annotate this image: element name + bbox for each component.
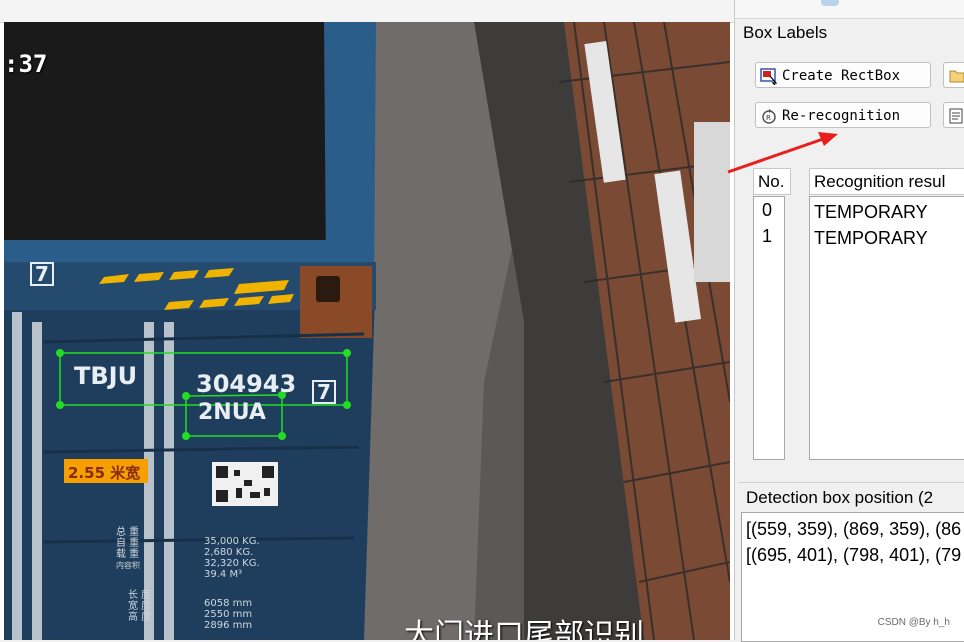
box-labels-title: Box Labels [743,23,828,42]
recognition-result[interactable]: TEMPORARY [814,228,928,249]
type-code: 2NUA [198,400,266,425]
camera-frame: :37 7 TBJU 304943 7 2NUA 2.55 米宽 总 重 自 重… [4,22,730,640]
create-rectbox-button[interactable]: Create RectBox [755,62,931,88]
video-timestamp: :37 [4,50,48,78]
edit-text-button[interactable] [943,102,964,128]
dimension-value: 2550 mm [204,609,253,620]
dimension-label: 高 度 [128,612,152,623]
dimension-label: 长 度 [128,590,152,601]
weight-value: 39.4 M³ [204,569,243,580]
refresh-icon: R [762,109,776,124]
weight-label: 载 重 [116,549,140,560]
watermark: CSDN @By h_h [877,617,950,628]
create-rectbox-label: Create RectBox [782,68,901,84]
svg-text:R: R [766,114,771,122]
serial-number: 304943 [196,370,297,398]
weight-label: 自 重 [116,538,140,549]
position-line: [(695, 401), (798, 401), (79 [746,545,962,565]
recognition-list: TEMPORARY TEMPORARY [809,196,964,460]
create-rectbox-icon [760,68,778,85]
weight-label: 内容积 [116,561,140,570]
top-check-digit: 7 [30,262,54,286]
owner-code: TBJU [74,362,138,390]
position-line: [(559, 359), (869, 359), (86 [746,519,962,539]
width-badge-text: 2.55 米宽 [68,464,141,482]
box-labels-panel: Box Labels Create RectBox R Re-recogniti… [734,0,964,642]
panel-top-strip [735,0,964,19]
dimension-value: 2896 mm [204,620,253,631]
weight-value: 32,320 KG. [204,558,260,569]
camera-scene [4,22,730,640]
check-digit: 7 [312,380,336,404]
row-number[interactable]: 1 [762,226,772,247]
scroll-arrow-icon[interactable] [821,0,839,6]
open-folder-button[interactable] [943,62,964,88]
rerecognition-button[interactable]: R Re-recognition [755,102,931,128]
edit-document-icon [949,108,963,124]
rerecognition-label: Re-recognition [782,108,901,124]
detection-title-divider [739,482,964,483]
image-viewer: :37 7 TBJU 304943 7 2NUA 2.55 米宽 总 重 自 重… [0,0,734,640]
viewer-top-strip [0,0,734,23]
row-number[interactable]: 0 [762,200,772,221]
weight-value: 35,000 KG. [204,536,260,547]
column-header-recognition[interactable]: Recognition resul [809,168,964,195]
column-header-no[interactable]: No. [753,168,791,195]
recognition-result[interactable]: TEMPORARY [814,202,928,223]
dimension-value: 6058 mm [204,598,253,609]
weight-value: 2,680 KG. [204,547,254,558]
video-caption: 大门进口尾部识别 [404,618,644,640]
detection-position-title: Detection box position (2 [746,488,934,507]
folder-icon [949,70,964,83]
weight-label: 总 重 [116,527,140,538]
number-list: 0 1 [753,196,785,460]
dimension-label: 宽 度 [128,601,152,612]
